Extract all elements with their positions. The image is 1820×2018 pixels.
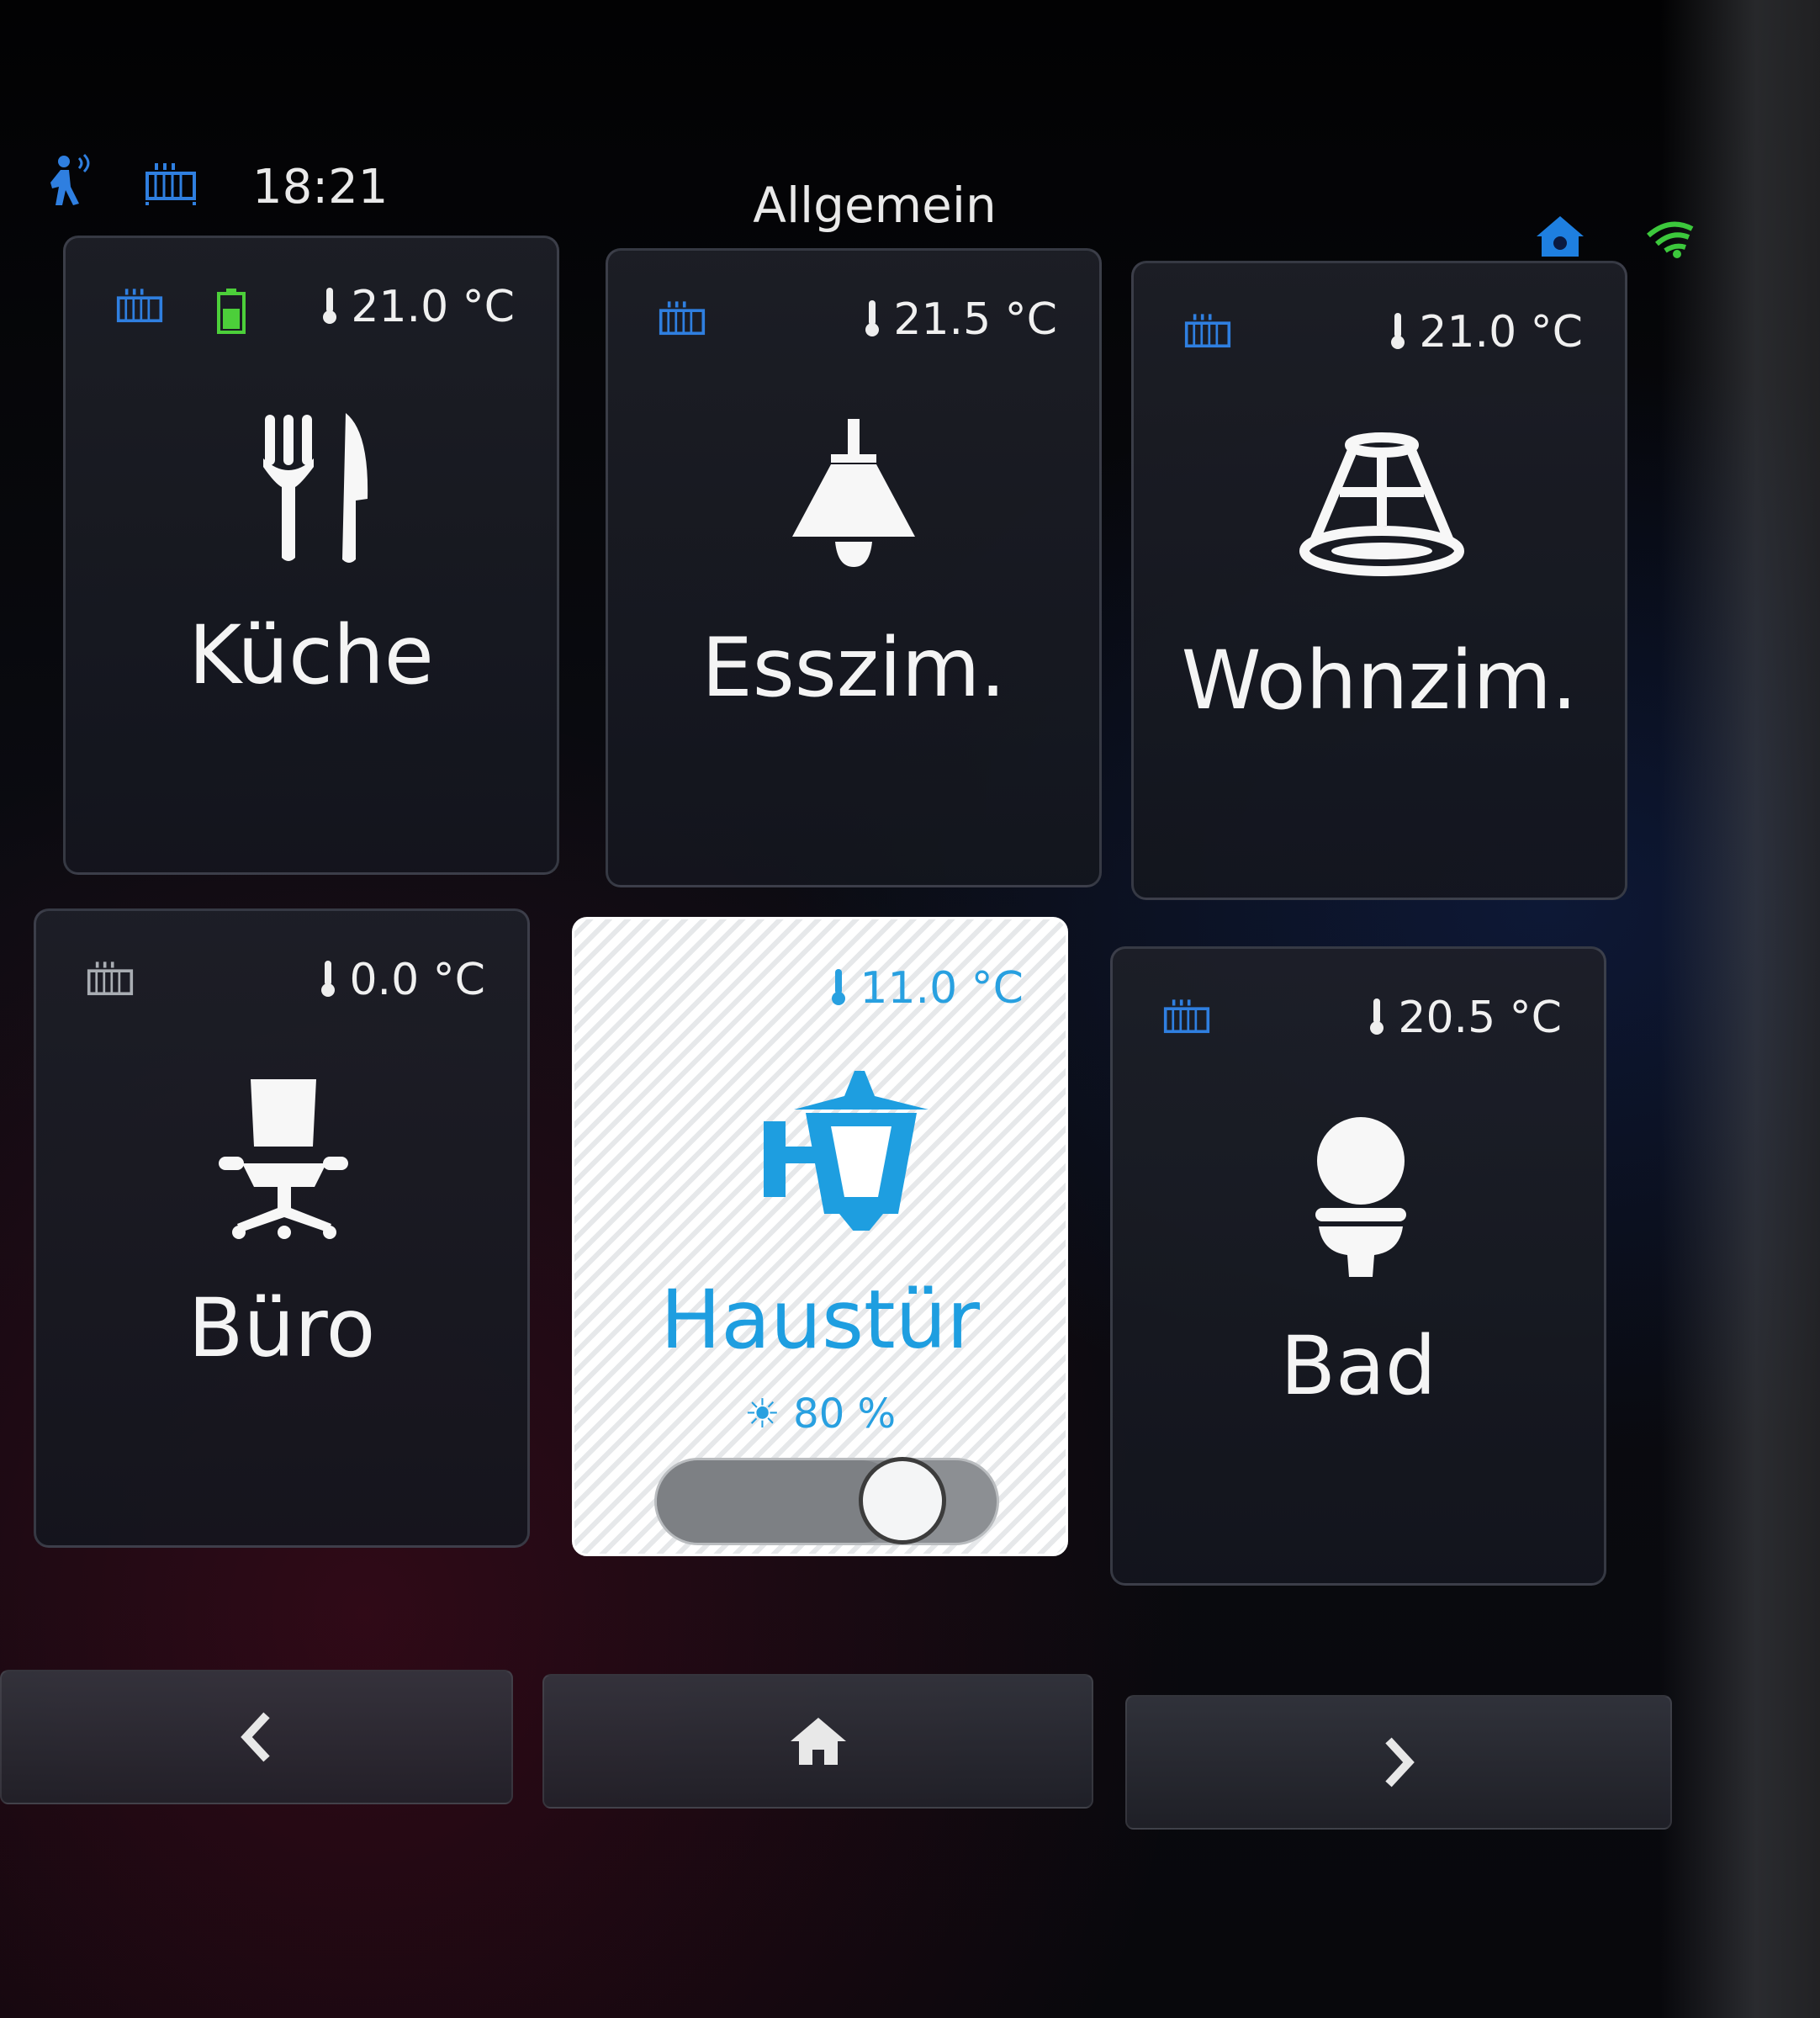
- heating-icon: [1163, 999, 1210, 1034]
- room-temperature: 21.0 °C: [322, 282, 515, 332]
- battery-icon: [217, 289, 246, 334]
- thermometer-icon: [1391, 313, 1405, 349]
- room-tile-wohnzimmer[interactable]: 21.0 °C Wohnzim.: [1131, 261, 1627, 900]
- heating-icon: [1184, 314, 1231, 348]
- dimmer-slider-knob[interactable]: [859, 1457, 946, 1544]
- room-tile-haustuer[interactable]: 11.0 °C Haustür ☀ 80 %: [572, 917, 1068, 1556]
- room-tile-esszimmer[interactable]: 21.5 °C Esszim.: [606, 248, 1102, 887]
- page-title: Allgemein: [753, 177, 997, 234]
- room-tile-bad[interactable]: 20.5 °C Bad: [1110, 946, 1606, 1586]
- nav-next-button[interactable]: [1125, 1695, 1672, 1830]
- status-bar: 18:21 Allgemein: [0, 143, 1820, 258]
- clock: 18:21: [252, 160, 389, 215]
- brightness-icon: ☀: [743, 1390, 794, 1438]
- room-temperature: 20.5 °C: [1369, 993, 1562, 1043]
- heating-icon: [145, 163, 196, 205]
- panel-bezel: [1660, 0, 1820, 2018]
- chevron-right-icon: [1385, 1737, 1415, 1788]
- brightness-readout: ☀ 80 %: [743, 1390, 897, 1438]
- room-temperature: 21.0 °C: [1390, 307, 1583, 358]
- pendant-lamp-icon: [792, 419, 915, 567]
- nav-prev-button[interactable]: [0, 1670, 513, 1804]
- thermometer-icon: [321, 961, 336, 997]
- room-temperature: 0.0 °C: [320, 955, 485, 1005]
- thermometer-icon: [323, 288, 337, 324]
- room-tile-kueche[interactable]: 21.0 °C Küche: [63, 236, 559, 875]
- home-network-icon[interactable]: [1535, 215, 1585, 258]
- room-temperature: 21.5 °C: [865, 294, 1057, 345]
- thermometer-icon: [1370, 998, 1384, 1035]
- room-temperature: 11.0 °C: [831, 963, 1024, 1014]
- room-label: Küche: [188, 608, 434, 702]
- chevron-left-icon: [241, 1712, 270, 1762]
- touch-panel-screen: 18:21 Allgemein 21.0 °C Küche 21.5 °C Es…: [0, 0, 1820, 2018]
- room-label: Esszim.: [701, 621, 1006, 715]
- room-tile-buero[interactable]: 0.0 °C Büro: [34, 908, 530, 1548]
- room-label: Bad: [1280, 1319, 1436, 1413]
- toilet-icon: [1315, 1117, 1406, 1277]
- cutlery-icon: [263, 413, 368, 563]
- heating-icon: [659, 301, 706, 336]
- dimmer-slider[interactable]: [654, 1457, 999, 1545]
- room-label: Haustür: [660, 1273, 980, 1367]
- thermometer-icon: [832, 969, 846, 1005]
- chandelier-icon: [1299, 432, 1464, 576]
- heating-icon: [116, 289, 163, 323]
- wifi-icon[interactable]: [1640, 217, 1699, 259]
- home-icon: [790, 1718, 846, 1765]
- room-label: Wohnzim.: [1181, 633, 1578, 728]
- wall-lantern-icon: [764, 1071, 929, 1231]
- thermometer-icon: [865, 300, 880, 336]
- office-chair-icon: [219, 1079, 348, 1239]
- nav-home-button[interactable]: [542, 1674, 1093, 1809]
- room-label: Büro: [188, 1281, 376, 1375]
- presence-icon: [50, 153, 90, 205]
- heating-icon: [87, 961, 134, 996]
